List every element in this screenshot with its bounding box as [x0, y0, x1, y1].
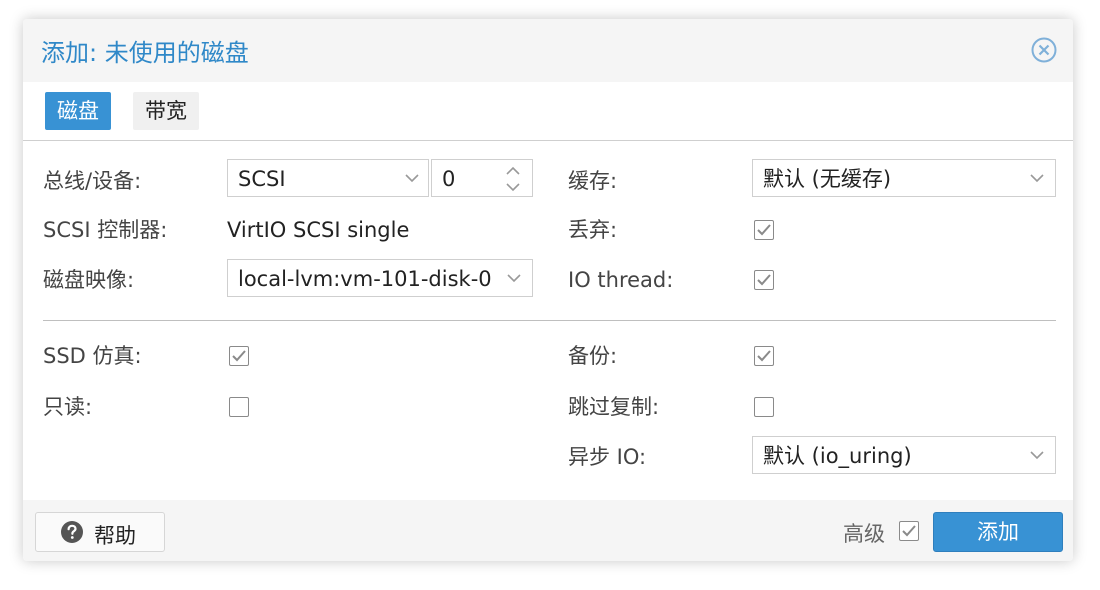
cache-select-value: 默认 (无缓存) [763, 167, 892, 191]
tab-disk[interactable]: 磁盘 [45, 92, 111, 130]
discard-checkbox[interactable] [754, 220, 774, 240]
skip-replication-label: 跳过复制: [568, 395, 660, 419]
question-circle-icon [61, 521, 83, 543]
backup-checkbox[interactable] [754, 346, 774, 366]
backup-label: 备份: [568, 344, 618, 368]
advanced-checkbox[interactable] [899, 521, 919, 541]
async-io-label: 异步 IO: [568, 445, 647, 469]
tab-bandwidth[interactable]: 带宽 [133, 92, 199, 130]
discard-label: 丢弃: [568, 218, 618, 242]
add-button[interactable]: 添加 [933, 512, 1063, 552]
async-io-select[interactable]: 默认 (io_uring) [752, 436, 1056, 474]
cache-select[interactable]: 默认 (无缓存) [752, 159, 1056, 197]
readonly-checkbox[interactable] [229, 397, 249, 417]
chevron-down-icon [1030, 174, 1044, 183]
section-divider [43, 320, 1056, 321]
chevron-down-icon [507, 274, 521, 283]
bus-device-label: 总线/设备: [43, 169, 142, 193]
chevron-down-icon [405, 174, 419, 183]
io-thread-label: IO thread: [568, 268, 674, 292]
close-icon[interactable] [1031, 37, 1057, 63]
dialog-title: 添加: 未使用的磁盘 [41, 39, 249, 67]
checkmark-icon [757, 350, 771, 362]
add-disk-dialog: 添加: 未使用的磁盘 磁盘 带宽 总线/设备: SCSI 0 SCSI 控制器:… [23, 19, 1073, 561]
skip-replication-checkbox[interactable] [754, 397, 774, 417]
readonly-label: 只读: [43, 395, 93, 419]
bus-select-value: SCSI [238, 167, 286, 191]
checkmark-icon [232, 350, 246, 362]
scsi-controller-label: SCSI 控制器: [43, 218, 168, 242]
tab-bar: 磁盘 带宽 [23, 82, 1073, 141]
help-button[interactable]: 帮助 [35, 512, 165, 552]
dialog-titlebar: 添加: 未使用的磁盘 [23, 19, 1073, 82]
device-number-value: 0 [442, 167, 456, 191]
disk-image-label: 磁盘映像: [43, 268, 135, 292]
spinner-arrows-icon[interactable] [504, 164, 522, 194]
disk-image-select[interactable]: local-lvm:vm-101-disk-0 [227, 259, 533, 297]
async-io-value: 默认 (io_uring) [763, 444, 912, 468]
dialog-footer: 帮助 高级 添加 [23, 500, 1073, 561]
bus-select[interactable]: SCSI [227, 159, 429, 197]
advanced-label: 高级 [843, 522, 885, 546]
ssd-emulation-checkbox[interactable] [229, 346, 249, 366]
cache-label: 缓存: [568, 169, 618, 193]
checkmark-icon [902, 525, 916, 537]
checkmark-icon [757, 224, 771, 236]
checkmark-icon [757, 274, 771, 286]
ssd-emulation-label: SSD 仿真: [43, 344, 142, 368]
device-number-spinner[interactable]: 0 [431, 159, 533, 197]
disk-image-value: local-lvm:vm-101-disk-0 [238, 267, 492, 291]
io-thread-checkbox[interactable] [754, 270, 774, 290]
scsi-controller-value: VirtIO SCSI single [227, 218, 410, 242]
help-button-label: 帮助 [94, 524, 136, 548]
chevron-down-icon [1030, 451, 1044, 460]
